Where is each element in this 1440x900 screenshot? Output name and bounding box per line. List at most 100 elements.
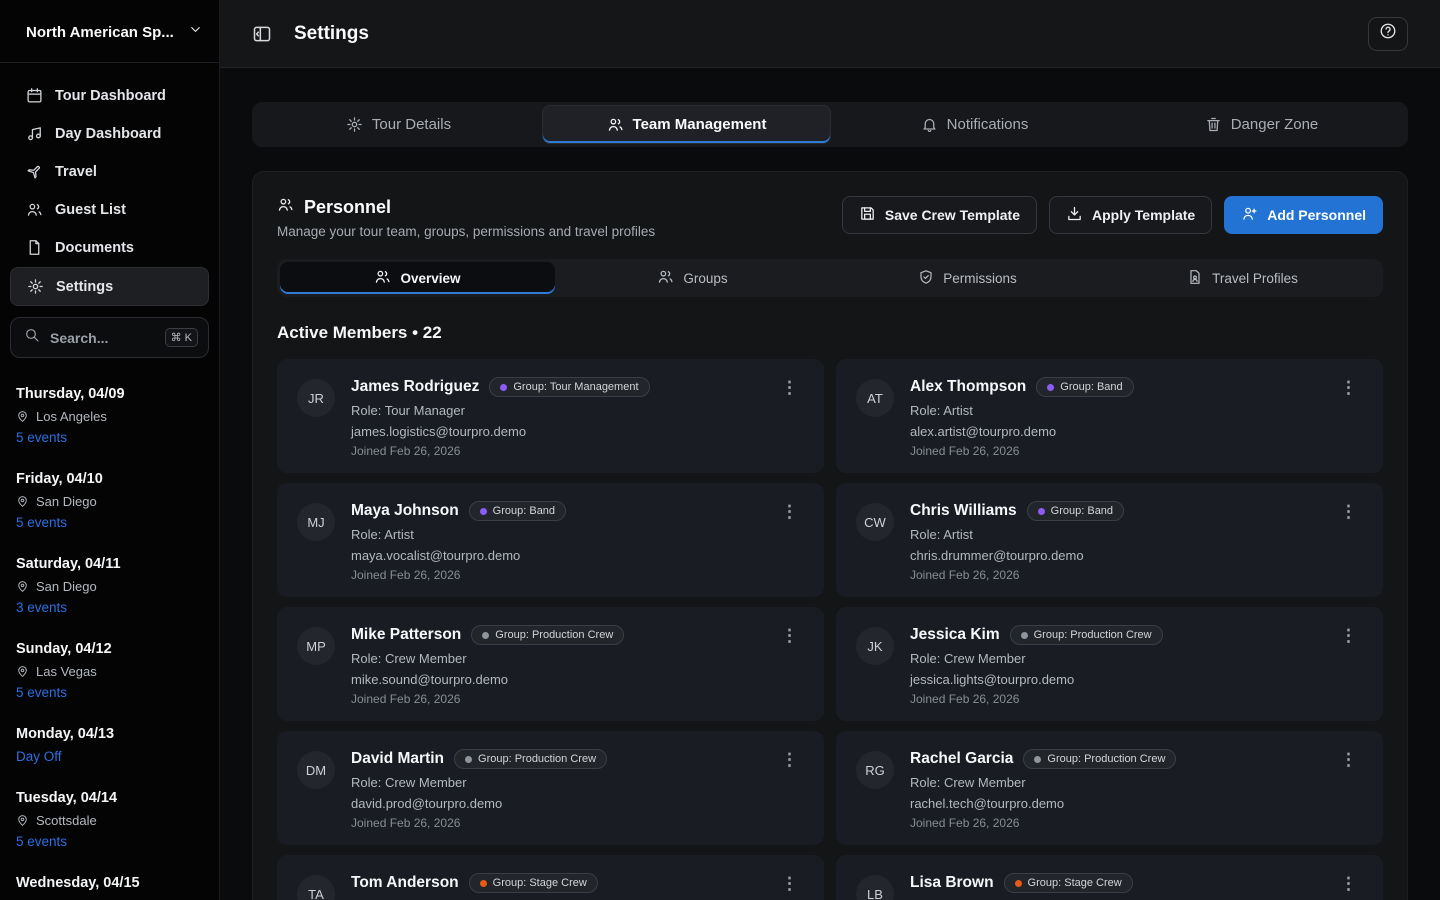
member-email: alex.artist@tourpro.demo (910, 424, 1318, 439)
member-role: Role: Crew Member (910, 775, 1318, 790)
avatar: JK (856, 627, 894, 665)
sidebar-item-label: Travel (55, 164, 97, 180)
sidebar-nav: Tour Dashboard Day Dashboard Travel Guest L… (0, 63, 219, 311)
subtab-label: Permissions (943, 271, 1017, 286)
member-card: CW Chris WilliamsGroup: BandRole: Artistc… (836, 483, 1383, 597)
plane-icon (26, 163, 43, 180)
member-joined: Joined Feb 26, 2026 (910, 692, 1318, 706)
member-card: TATom AndersonGroup: Stage CrewRole: Cre… (277, 855, 824, 900)
group-badge: Group: Band (1036, 377, 1133, 397)
group-badge: Group: Production Crew (1010, 625, 1163, 645)
avatar: MJ (297, 503, 335, 541)
members-grid: JRJames RodriguezGroup: Tour ManagementR… (277, 359, 1383, 900)
group-badge: Group: Stage Crew (469, 873, 598, 893)
tab-tour-details[interactable]: Tour Details (255, 105, 542, 144)
help-circle-icon (1379, 22, 1397, 45)
sidebar-item-travel[interactable]: Travel (10, 153, 209, 190)
day-title: Wednesday, 04/15 (16, 875, 203, 891)
users-icon (657, 268, 674, 288)
member-email: mike.sound@tourpro.demo (351, 672, 759, 687)
sidebar-item-guest-list[interactable]: Guest List (10, 191, 209, 228)
kebab-menu-icon[interactable]: ⋮ (775, 501, 804, 579)
tour-switcher[interactable]: North American Sp... (0, 0, 219, 62)
sidebar-item-label: Tour Dashboard (55, 88, 166, 104)
avatar: CW (856, 503, 894, 541)
schedule-list: Thursday, 04/09Los Angeles5 events Friday… (0, 368, 219, 900)
music-note-icon (26, 125, 43, 142)
group-dot-icon (465, 756, 472, 763)
sidebar-item-documents[interactable]: Documents (10, 229, 209, 266)
search-input[interactable]: Search... ⌘ K (10, 317, 209, 358)
kebab-menu-icon[interactable]: ⋮ (1334, 625, 1363, 703)
kebab-menu-icon[interactable]: ⋮ (1334, 749, 1363, 827)
button-label: Save Crew Template (885, 207, 1020, 223)
calendar-icon (26, 87, 43, 104)
active-members-heading: Active Members • 22 (277, 323, 1383, 343)
member-info: Chris WilliamsGroup: BandRole: Artistchr… (910, 501, 1318, 579)
sidebar-item-label: Documents (55, 240, 134, 256)
save-icon (859, 205, 876, 225)
sidebar-item-tour-dashboard[interactable]: Tour Dashboard (10, 77, 209, 114)
group-dot-icon (1021, 632, 1028, 639)
member-card: ATAlex ThompsonGroup: BandRole: Artistal… (836, 359, 1383, 473)
member-info: Mike PattersonGroup: Production CrewRole… (351, 625, 759, 703)
subtab-groups[interactable]: Groups (555, 262, 830, 294)
member-role: Role: Artist (910, 403, 1318, 418)
save-crew-template-button[interactable]: Save Crew Template (842, 196, 1037, 234)
group-badge: Group: Production Crew (1023, 749, 1176, 769)
apply-template-button[interactable]: Apply Template (1049, 196, 1212, 234)
member-role: Role: Artist (910, 527, 1318, 542)
member-role: Role: Crew Member (351, 775, 759, 790)
day-events-link[interactable]: 5 events (16, 685, 203, 700)
kebab-menu-icon[interactable]: ⋮ (775, 873, 804, 900)
kebab-menu-icon[interactable]: ⋮ (775, 625, 804, 703)
personnel-panel: Personnel Manage your tour team, groups,… (252, 171, 1408, 900)
day-events-link[interactable]: Day Off (16, 749, 203, 764)
day-location: San Diego (16, 494, 203, 509)
member-role: Role: Artist (351, 527, 759, 542)
subtab-overview[interactable]: Overview (280, 262, 555, 294)
button-label: Apply Template (1092, 207, 1195, 223)
chevron-down-icon (188, 22, 203, 42)
member-info: David MartinGroup: Production CrewRole: … (351, 749, 759, 827)
sidebar-item-settings[interactable]: Settings (10, 267, 209, 306)
group-dot-icon (1038, 508, 1045, 515)
help-button[interactable] (1368, 17, 1408, 51)
member-info: James RodriguezGroup: Tour ManagementRol… (351, 377, 759, 455)
day-events-link[interactable]: 5 events (16, 430, 203, 445)
tab-notifications[interactable]: Notifications (831, 105, 1118, 144)
day-events-link[interactable]: 3 events (16, 600, 203, 615)
tab-team-management[interactable]: Team Management (542, 105, 831, 144)
day-title: Thursday, 04/09 (16, 386, 203, 402)
schedule-day: Thursday, 04/09Los Angeles5 events (16, 386, 203, 445)
avatar: MP (297, 627, 335, 665)
kebab-menu-icon[interactable]: ⋮ (775, 749, 804, 827)
location-pin-icon (16, 495, 29, 508)
kebab-menu-icon[interactable]: ⋮ (775, 377, 804, 455)
personnel-heading-block: Personnel Manage your tour team, groups,… (277, 196, 655, 239)
tab-danger-zone[interactable]: Danger Zone (1118, 105, 1405, 144)
subtab-travel-profiles[interactable]: Travel Profiles (1105, 262, 1380, 294)
kebab-menu-icon[interactable]: ⋮ (1334, 873, 1363, 900)
group-dot-icon (500, 384, 507, 391)
kebab-menu-icon[interactable]: ⋮ (1334, 377, 1363, 455)
member-card: MJMaya JohnsonGroup: BandRole: Artistmay… (277, 483, 824, 597)
day-events-link[interactable]: 5 events (16, 515, 203, 530)
add-personnel-button[interactable]: Add Personnel (1224, 196, 1383, 234)
day-title: Friday, 04/10 (16, 471, 203, 487)
avatar: AT (856, 379, 894, 417)
member-name: Lisa Brown (910, 874, 994, 892)
kebab-menu-icon[interactable]: ⋮ (1334, 501, 1363, 579)
personnel-actions: Save Crew Template Apply Template Add Pers… (842, 196, 1383, 234)
member-card: LBLisa BrownGroup: Stage CrewRole: Crew … (836, 855, 1383, 900)
member-email: david.prod@tourpro.demo (351, 796, 759, 811)
content: Tour DetailsTeam ManagementNotifications… (220, 68, 1440, 900)
day-events-link[interactable]: 5 events (16, 834, 203, 849)
member-joined: Joined Feb 26, 2026 (351, 816, 759, 830)
subtab-label: Travel Profiles (1212, 271, 1298, 286)
member-name: David Martin (351, 750, 444, 768)
search-icon (24, 327, 40, 348)
subtab-permissions[interactable]: Permissions (830, 262, 1105, 294)
sidebar-item-day-dashboard[interactable]: Day Dashboard (10, 115, 209, 152)
panel-collapse-icon[interactable] (252, 24, 272, 44)
